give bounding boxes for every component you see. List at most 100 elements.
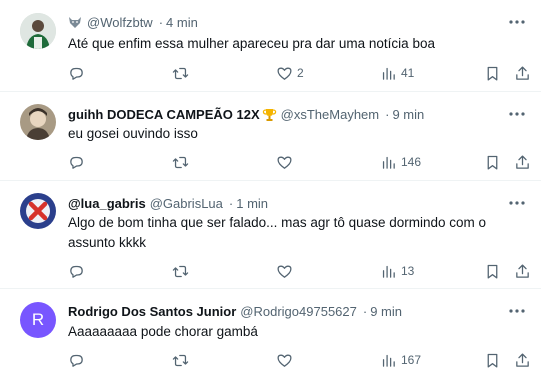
reply-icon	[70, 67, 83, 80]
avatar[interactable]	[20, 13, 56, 49]
display-name[interactable]: guihh DODECA CAMPEÃO 12X	[68, 107, 260, 122]
avatar-letter: R	[31, 310, 45, 329]
avatar-image	[20, 104, 56, 140]
like-count: 2	[297, 66, 304, 80]
heart-icon	[277, 156, 292, 169]
timestamp[interactable]: 9 min	[392, 107, 424, 122]
avatar-image	[20, 13, 56, 49]
tweet-header: @Wolfzbtw · 4 min	[68, 12, 198, 32]
reply-icon	[70, 156, 83, 169]
bookmark-icon	[487, 264, 498, 279]
like-button[interactable]	[276, 152, 293, 172]
display-name[interactable]: Rodrigo Dos Santos Junior	[68, 304, 236, 319]
user-handle[interactable]: @xsTheMayhem	[281, 107, 379, 122]
tweet-header: guihh DODECA CAMPEÃO 12X @xsTheMayhem · …	[68, 104, 424, 124]
retweet-icon	[172, 354, 189, 366]
share-icon	[516, 154, 529, 169]
view-count: 167	[401, 353, 422, 367]
bookmark-button[interactable]	[484, 350, 501, 370]
separator-dot: ·	[362, 303, 368, 319]
more-options-icon[interactable]	[507, 193, 527, 213]
views-button[interactable]: 146	[380, 152, 421, 172]
heart-icon	[277, 265, 292, 278]
reply-tweet[interactable]: @Wolfzbtw · 4 min Até que enfim essa mul…	[0, 0, 541, 92]
reply-button[interactable]	[68, 350, 85, 370]
heart-icon	[277, 67, 292, 80]
share-icon	[516, 263, 529, 278]
reply-feed: @Wolfzbtw · 4 min Até que enfim essa mul…	[0, 0, 541, 384]
tweet-header: @lua_gabris @GabrisLua · 1 min	[68, 193, 268, 213]
heart-icon	[277, 354, 292, 367]
bookmark-icon	[487, 66, 498, 81]
separator-dot: ·	[385, 106, 390, 122]
tweet-header: Rodrigo Dos Santos Junior @Rodrigo497556…	[68, 301, 402, 321]
view-count: 146	[401, 155, 422, 169]
share-icon	[516, 65, 529, 80]
action-bar: 167	[68, 350, 529, 370]
action-bar: 2 41	[68, 63, 529, 83]
tweet-text: Até que enfim essa mulher apareceu pra d…	[68, 36, 435, 51]
reply-tweet[interactable]: R Rodrigo Dos Santos Junior @Rodrigo4975…	[0, 289, 541, 384]
retweet-icon	[172, 265, 189, 277]
user-handle[interactable]: @Rodrigo49755627	[240, 304, 357, 319]
display-name[interactable]: @lua_gabris	[68, 196, 146, 211]
user-handle[interactable]: @Wolfzbtw	[87, 15, 153, 30]
more-options-icon[interactable]	[507, 301, 527, 321]
views-button[interactable]: 13	[380, 261, 414, 281]
avatar[interactable]	[20, 193, 56, 229]
reply-button[interactable]	[68, 63, 85, 83]
retweet-button[interactable]	[172, 152, 189, 172]
bookmark-icon	[487, 353, 498, 368]
action-bar: 146	[68, 152, 529, 172]
retweet-icon	[172, 156, 189, 168]
reply-button[interactable]	[68, 152, 85, 172]
share-button[interactable]	[514, 152, 531, 172]
like-button[interactable]	[276, 350, 293, 370]
reply-tweet[interactable]: guihh DODECA CAMPEÃO 12X @xsTheMayhem · …	[0, 92, 541, 181]
more-options-icon[interactable]	[507, 104, 527, 124]
share-button[interactable]	[514, 63, 531, 83]
like-button[interactable]	[276, 261, 293, 281]
share-button[interactable]	[514, 261, 531, 281]
timestamp[interactable]: 1 min	[236, 196, 268, 211]
reply-button[interactable]	[68, 261, 85, 281]
avatar-image	[20, 193, 56, 229]
view-count: 41	[401, 66, 415, 80]
wolf-emoji-icon	[68, 15, 82, 29]
bookmark-button[interactable]	[484, 152, 501, 172]
views-chart-icon	[382, 67, 395, 80]
timestamp[interactable]: 9 min	[370, 304, 402, 319]
views-button[interactable]: 41	[380, 63, 414, 83]
tweet-text: Aaaaaaaaa pode chorar gambá	[68, 324, 258, 339]
views-chart-icon	[382, 265, 395, 278]
retweet-icon	[172, 67, 189, 79]
avatar[interactable]: R	[20, 302, 56, 338]
separator-dot: ·	[158, 14, 164, 30]
more-options-icon[interactable]	[507, 12, 527, 32]
views-chart-icon	[382, 156, 395, 169]
timestamp[interactable]: 4 min	[166, 15, 198, 30]
bookmark-icon	[487, 155, 498, 170]
action-bar: 13	[68, 261, 529, 281]
display-name-text: guihh DODECA CAMPEÃO 12X	[68, 106, 260, 122]
share-button[interactable]	[514, 350, 531, 370]
view-count: 13	[401, 264, 415, 278]
share-icon	[516, 352, 529, 367]
views-button[interactable]: 167	[380, 350, 421, 370]
bookmark-button[interactable]	[484, 261, 501, 281]
tweet-text: eu gosei ouvindo isso	[68, 126, 198, 141]
avatar[interactable]	[20, 104, 56, 140]
reply-icon	[70, 354, 83, 367]
retweet-button[interactable]	[172, 350, 189, 370]
views-chart-icon	[382, 354, 395, 367]
tweet-text: Algo de bom tinha que ser falado... mas …	[68, 215, 486, 250]
reply-tweet[interactable]: @lua_gabris @GabrisLua · 1 min Algo de b…	[0, 181, 541, 289]
bookmark-button[interactable]	[484, 63, 501, 83]
user-handle[interactable]: @GabrisLua	[150, 196, 223, 211]
retweet-button[interactable]	[172, 63, 189, 83]
retweet-button[interactable]	[172, 261, 189, 281]
trophy-emoji-icon	[262, 107, 277, 122]
reply-icon	[70, 265, 83, 278]
separator-dot: ·	[228, 195, 234, 211]
like-button[interactable]: 2	[276, 63, 304, 83]
